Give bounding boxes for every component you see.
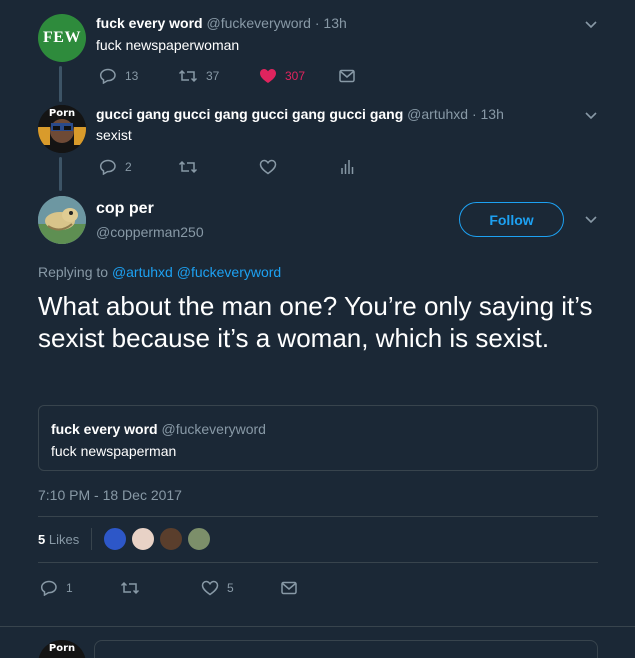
tweet1-name[interactable]: fuck every word <box>96 15 203 31</box>
quoted-handle: @fuckeveryword <box>161 421 266 437</box>
divider <box>38 516 598 517</box>
quoted-header: fuck every word @fuckeveryword <box>51 421 266 437</box>
heart-icon <box>201 580 219 596</box>
tweet-timestamp[interactable]: 7:10 PM - 18 Dec 2017 <box>38 487 182 503</box>
tweet3-handle: @copperman250 <box>96 224 204 240</box>
reply-icon <box>40 580 57 596</box>
svg-text:Porn: Porn <box>49 643 75 654</box>
tweet3-text: What about the man one? You’re only sayi… <box>38 291 593 353</box>
tweet2-header: gucci gang gucci gang gucci gang gucci g… <box>96 106 504 122</box>
chevron-down-icon[interactable] <box>584 108 598 122</box>
retweet-count: 37 <box>206 69 220 83</box>
retweet-icon[interactable] <box>178 159 198 175</box>
like-button[interactable]: 5 <box>201 580 234 596</box>
follow-button[interactable]: Follow <box>459 202 564 237</box>
svg-text:Porn: Porn <box>49 108 75 119</box>
reply-count: 2 <box>125 160 132 174</box>
reply-icon <box>99 68 116 84</box>
reply-button[interactable]: 13 <box>99 68 138 84</box>
message-icon[interactable] <box>281 581 297 595</box>
section-divider <box>0 626 635 627</box>
liker-avatar[interactable] <box>103 527 127 551</box>
reply-count: 1 <box>66 581 73 595</box>
avatar-fuckeveryword[interactable]: FEW <box>38 14 86 62</box>
liker-avatar[interactable] <box>159 527 183 551</box>
chevron-down-icon[interactable] <box>584 17 598 31</box>
quoted-text: fuck newspaperman <box>51 443 177 459</box>
heart-filled-icon <box>260 69 276 83</box>
liker-avatars <box>103 527 215 551</box>
avatar-current-user: Porn <box>38 640 86 658</box>
like-button[interactable]: 307 <box>259 68 305 84</box>
retweet-icon <box>178 69 198 83</box>
replying-to: Replying to @artuhxd @fuckeveryword <box>38 264 281 280</box>
chevron-down-icon[interactable] <box>584 212 598 226</box>
reply-button[interactable]: 1 <box>40 580 73 596</box>
thread-line-2 <box>59 157 62 191</box>
tweet2-text: sexist <box>96 127 132 143</box>
tweet3-name[interactable]: cop per <box>96 200 154 218</box>
replying-to-artuhxd[interactable]: @artuhxd <box>112 264 173 280</box>
tweet2-handle: @artuhxd · 13h <box>407 106 504 122</box>
liker-avatar[interactable] <box>131 527 155 551</box>
tweet1-text: fuck newspaperwoman <box>96 37 240 53</box>
reply-count: 13 <box>125 69 139 83</box>
liker-avatar[interactable] <box>187 527 211 551</box>
avatar-artuhxd[interactable]: Porn <box>38 105 86 153</box>
stat-divider <box>91 528 92 550</box>
quoted-tweet[interactable]: fuck every word @fuckeveryword fuck news… <box>38 405 598 471</box>
like-count: 307 <box>285 69 306 83</box>
reply-composer-input[interactable] <box>94 640 598 658</box>
message-icon[interactable] <box>339 69 355 83</box>
replying-to-fuckeveryword[interactable]: @fuckeveryword <box>177 264 281 280</box>
quoted-name: fuck every word <box>51 421 158 437</box>
avatar-text: FEW <box>43 29 81 46</box>
tweet2-name[interactable]: gucci gang gucci gang gucci gang gucci g… <box>96 106 403 122</box>
thread-line-1 <box>59 66 62 102</box>
likes-stat-label: Likes <box>48 532 80 547</box>
analytics-icon[interactable] <box>340 159 354 175</box>
like-count: 5 <box>227 581 234 595</box>
heart-icon[interactable] <box>259 159 277 175</box>
retweet-icon[interactable] <box>120 580 140 596</box>
likes-stat-count: 5 <box>38 532 46 547</box>
reply-button[interactable]: 2 <box>99 159 132 175</box>
reply-icon <box>99 159 116 175</box>
divider <box>38 562 598 563</box>
tweet1-handle: @fuckeveryword · 13h <box>206 15 347 31</box>
replying-to-label: Replying to <box>38 264 109 280</box>
tweet1-header: fuck every word @fuckeveryword · 13h <box>96 15 347 31</box>
avatar-copperman250[interactable] <box>38 196 86 244</box>
retweet-button[interactable]: 37 <box>178 68 219 84</box>
likes-stat[interactable]: 5 Likes <box>38 532 79 547</box>
